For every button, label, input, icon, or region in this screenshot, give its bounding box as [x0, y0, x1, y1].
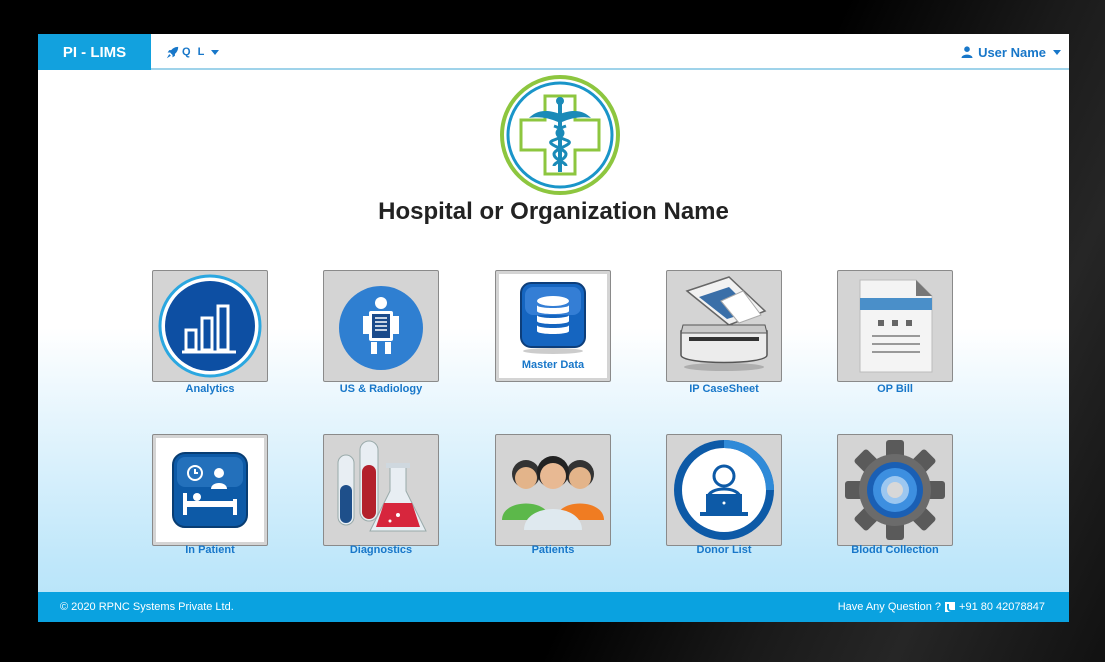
tile-analytics-box	[152, 270, 268, 382]
contact-info: Have Any Question ? +91 80 42078847	[838, 601, 1045, 613]
user-name: User Name	[978, 44, 1046, 60]
tile-in-patient[interactable]: In Patient	[152, 434, 268, 556]
tile-radiology[interactable]: US & Radiology	[323, 270, 439, 395]
user-icon	[961, 46, 973, 58]
tile-patients[interactable]: Patients	[495, 434, 611, 556]
phone-icon	[945, 602, 956, 612]
tile-label: Patients	[531, 544, 575, 556]
gear-icon	[845, 440, 945, 540]
analytics-icon	[158, 274, 262, 378]
bill-document-icon	[859, 279, 933, 373]
people-group-icon	[502, 456, 604, 530]
organization-name: Hospital or Organization Name	[378, 198, 729, 225]
database-icon	[520, 282, 586, 354]
hospital-bed-icon	[172, 452, 248, 528]
tile-ip-casesheet-box	[666, 270, 782, 382]
tile-blood-collection-box	[837, 434, 953, 546]
tile-label: Diagnostics	[349, 544, 413, 556]
app-screen: PI - LIMS Q L User Name Hospital or Orga…	[38, 34, 1069, 622]
footer-bar: © 2020 RPNC Systems Private Ltd. Have An…	[38, 592, 1069, 622]
tile-ip-casesheet[interactable]: IP CaseSheet	[666, 270, 782, 395]
test-tubes-icon	[337, 440, 427, 532]
quick-links-menu[interactable]: Q L	[166, 34, 220, 70]
tile-label: Donor List	[696, 544, 752, 556]
tile-label: Blodd Collection	[851, 544, 939, 556]
tile-master-data[interactable]: Master Data	[495, 270, 611, 382]
user-menu[interactable]: User Name	[961, 34, 1061, 70]
tile-label: IP CaseSheet	[689, 383, 759, 395]
quick-links-label: Q L	[182, 46, 207, 58]
person-laptop-icon	[674, 440, 774, 540]
brand-logo-text[interactable]: PI - LIMS	[38, 34, 151, 70]
tile-label: US & Radiology	[339, 383, 423, 395]
tile-radiology-box	[323, 270, 439, 382]
radiology-icon	[339, 286, 423, 370]
top-navbar: PI - LIMS Q L User Name	[38, 34, 1069, 70]
copyright-text: © 2020 RPNC Systems Private Ltd.	[60, 601, 234, 613]
caret-down-icon	[1053, 49, 1061, 55]
phone-number[interactable]: +91 80 42078847	[959, 601, 1045, 613]
tile-inner: Master Data	[499, 274, 607, 378]
tile-master-data-box: Master Data	[495, 270, 611, 382]
tile-op-bill-box	[837, 270, 953, 382]
tile-diagnostics[interactable]: Diagnostics	[323, 434, 439, 556]
tile-label: Master Data	[521, 359, 585, 371]
tile-donor-list-box	[666, 434, 782, 546]
tile-diagnostics-box	[323, 434, 439, 546]
tile-donor-list[interactable]: Donor List	[666, 434, 782, 556]
question-text: Have Any Question ?	[837, 601, 942, 613]
tile-inner	[156, 438, 264, 542]
tile-op-bill[interactable]: OP Bill	[837, 270, 953, 395]
rocket-icon	[166, 46, 179, 58]
tile-blood-collection[interactable]: Blodd Collection	[837, 434, 953, 556]
scanner-icon	[680, 276, 768, 371]
tile-label: In Patient	[185, 544, 235, 556]
tile-label: OP Bill	[877, 383, 913, 395]
caret-down-icon	[211, 49, 220, 55]
tile-analytics[interactable]: Analytics	[152, 270, 268, 395]
tile-label: Analytics	[185, 383, 235, 395]
tile-patients-box	[495, 434, 611, 546]
tile-in-patient-box	[152, 434, 268, 546]
hospital-caduceus-logo	[500, 75, 620, 195]
